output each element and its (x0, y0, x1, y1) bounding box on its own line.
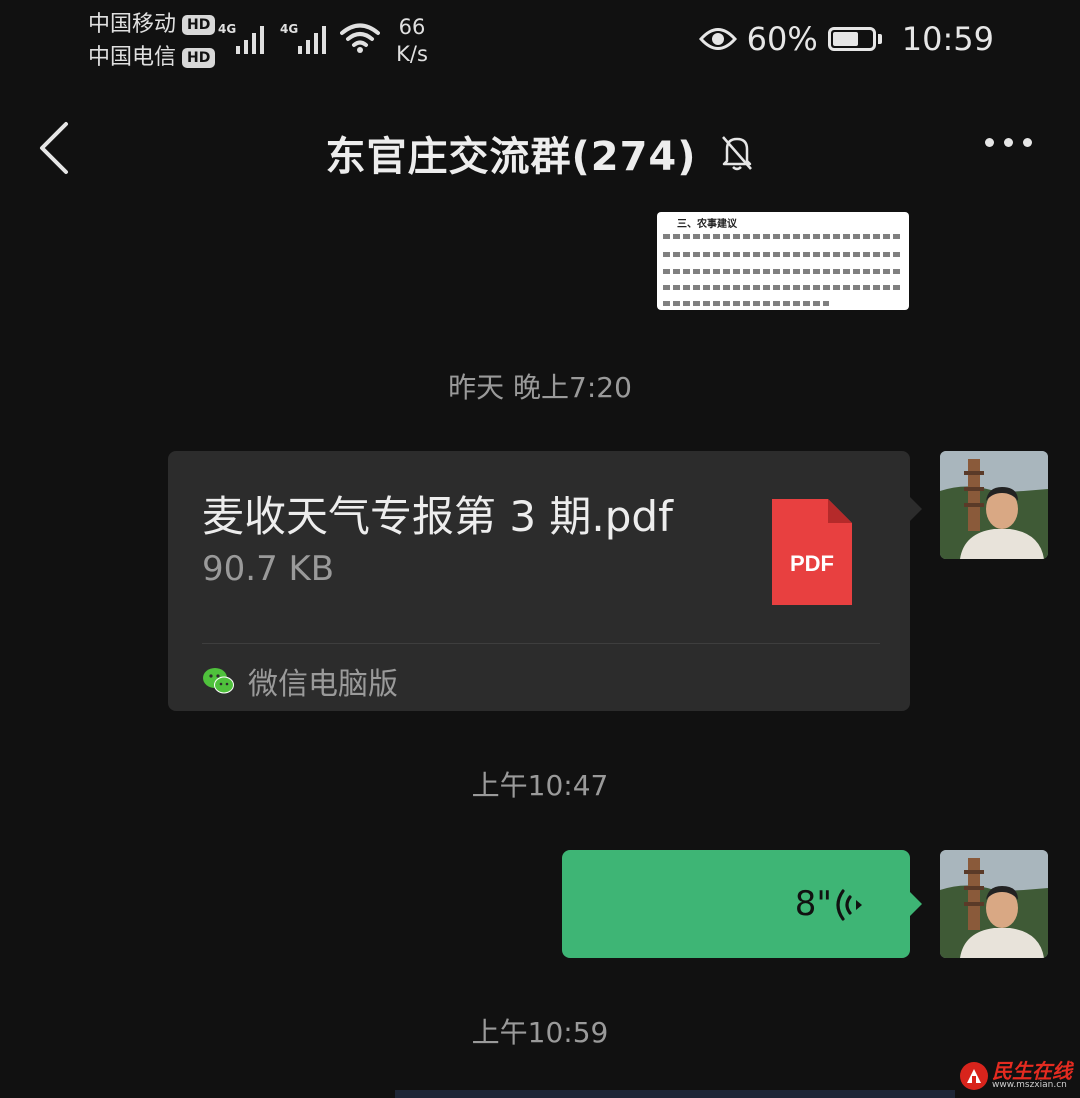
eye-icon (698, 28, 737, 50)
partial-message-preview[interactable] (395, 1090, 955, 1098)
battery-icon (827, 27, 882, 51)
clock: 10:59 (901, 20, 994, 58)
network-type-label: 4G (218, 22, 237, 36)
file-message-bubble[interactable]: 麦收天气专报第 3 期.pdf 90.7 KB PDF 微信电脑版 (168, 451, 922, 711)
carrier-info: 中国移动 HD 中国电信 HD (88, 8, 216, 74)
speed-value: 66 (398, 15, 426, 39)
network-type-label: 4G (280, 22, 299, 36)
chat-screen: 中国移动 HD 中国电信 HD 4G 4G 66 K/s 60% 10:59 东… (0, 0, 1080, 1098)
message-timestamp: 昨天 晚上7:20 (448, 371, 632, 404)
network-speed: 66 K/s (392, 14, 432, 68)
status-bar: 中国移动 HD 中国电信 HD 4G 4G 66 K/s 60% 10:59 (0, 0, 1080, 80)
doc-preview-heading: 三、农事建议 (677, 219, 737, 230)
message-timestamp: 上午10:47 (471, 769, 609, 802)
voice-wave-icon (836, 889, 862, 921)
user-avatar[interactable] (940, 451, 1048, 559)
divider (202, 643, 880, 644)
voice-duration: 8" (794, 884, 832, 924)
watermark-name: 民生在线 (992, 1059, 1072, 1083)
carrier-name-2: 中国电信 (88, 45, 177, 70)
file-source: 微信电脑版 (202, 659, 398, 703)
system-status: 60% 10:59 (698, 20, 994, 58)
file-size: 90.7 KB (202, 549, 335, 589)
wifi-icon (340, 23, 380, 53)
speed-unit: K/s (396, 42, 428, 66)
wechat-icon (203, 668, 234, 694)
pdf-label: PDF (790, 551, 834, 576)
carrier-name-1: 中国移动 (88, 12, 177, 37)
hd-badge: HD (182, 47, 216, 68)
watermark-url: www.mszxian.cn (992, 1080, 1067, 1090)
more-options-icon[interactable] (985, 138, 1032, 147)
signal-bars-icon (236, 26, 264, 54)
signal-bars-icon (298, 26, 326, 54)
battery-percent: 60% (746, 20, 818, 58)
user-avatar[interactable] (940, 850, 1048, 958)
source-label: 微信电脑版 (248, 667, 398, 702)
file-name: 麦收天气专报第 3 期.pdf (202, 492, 673, 541)
watermark-logo-icon (960, 1061, 988, 1090)
message-timestamp: 上午10:59 (471, 1016, 609, 1049)
chat-title: 东官庄交流群(274) (325, 134, 697, 180)
site-watermark: 民生在线 www.mszxian.cn (960, 1061, 1072, 1090)
pdf-file-icon: PDF (772, 499, 852, 605)
hd-badge: HD (182, 14, 216, 35)
document-image-preview[interactable]: 三、农事建议 (657, 212, 909, 310)
mute-bell-icon (721, 136, 752, 171)
voice-message-bubble[interactable]: 8" (562, 850, 922, 958)
chat-header: 东官庄交流群(274) (0, 100, 1080, 196)
